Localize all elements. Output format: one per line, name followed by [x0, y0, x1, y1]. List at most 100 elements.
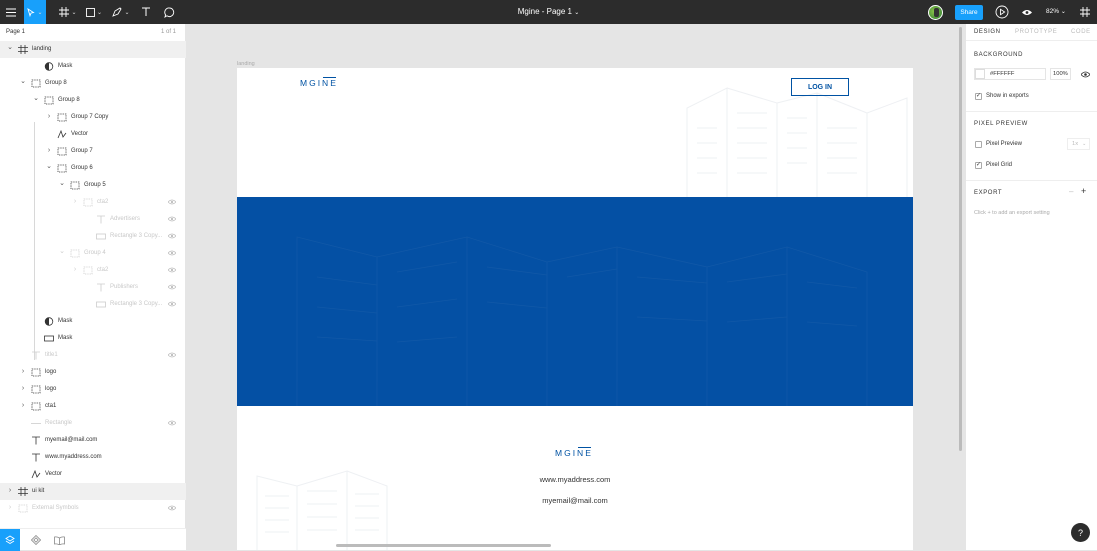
- layer-row[interactable]: › External Symbols: [0, 500, 186, 517]
- tab-design[interactable]: DESIGN: [974, 29, 1001, 35]
- pixel-preview-checkbox[interactable]: [975, 141, 982, 148]
- shape-tool-button[interactable]: ⌄: [83, 0, 105, 24]
- background-color-swatch[interactable]: [975, 69, 985, 79]
- chevron-right-icon[interactable]: ›: [19, 368, 27, 377]
- layer-row[interactable]: Vector: [0, 126, 186, 143]
- layer-row[interactable]: ⌄ Group 4: [0, 245, 186, 262]
- chevron-down-icon[interactable]: ⌄: [19, 77, 27, 86]
- layer-row[interactable]: › cta2: [0, 262, 186, 279]
- layer-row[interactable]: www.myaddress.com: [0, 449, 186, 466]
- layer-row[interactable]: › logo: [0, 381, 186, 398]
- chevron-down-icon[interactable]: ⌄: [58, 247, 66, 256]
- layer-row[interactable]: › logo: [0, 364, 186, 381]
- horizontal-scrollbar[interactable]: [336, 544, 551, 547]
- divider: [966, 180, 1097, 181]
- layer-row[interactable]: Advertisers: [0, 211, 186, 228]
- layer-row[interactable]: Mask: [0, 58, 186, 75]
- login-button[interactable]: LOG IN: [791, 78, 849, 96]
- layer-row[interactable]: Mask: [0, 313, 186, 330]
- frame-label[interactable]: landing: [237, 61, 255, 67]
- landing-frame[interactable]: MGINE LOG IN MGINE www.myaddress.com mye…: [237, 68, 913, 550]
- share-button[interactable]: Share: [955, 5, 983, 20]
- eye-icon[interactable]: [168, 267, 176, 273]
- eye-icon[interactable]: [1081, 71, 1090, 78]
- tab-prototype[interactable]: PROTOTYPE: [1015, 29, 1057, 35]
- text-icon: [142, 7, 150, 16]
- eye-icon[interactable]: [168, 233, 176, 239]
- tab-code[interactable]: CODE: [1071, 29, 1091, 35]
- pen-tool-button[interactable]: ⌄: [110, 0, 132, 24]
- frame-tool-button[interactable]: ⌄: [57, 0, 79, 24]
- text-icon: [31, 351, 41, 360]
- main-menu-button[interactable]: [0, 0, 22, 24]
- layer-row[interactable]: › cta1: [0, 398, 186, 415]
- layer-row[interactable]: › Group 7: [0, 143, 186, 160]
- layer-row[interactable]: title1: [0, 347, 186, 364]
- layer-row[interactable]: ⌄ landing: [0, 41, 186, 58]
- layer-row[interactable]: Rectangle 3 Copy...: [0, 228, 186, 245]
- present-button[interactable]: [993, 0, 1011, 24]
- add-export-button[interactable]: +: [1081, 186, 1086, 196]
- layer-name: Group 8: [58, 97, 80, 103]
- layer-row[interactable]: ⌄ Group 8: [0, 75, 186, 92]
- pixel-grid-checkbox[interactable]: ✓: [975, 162, 982, 169]
- show-in-exports-checkbox[interactable]: ✓: [975, 93, 982, 100]
- zoom-menu[interactable]: 82% ⌄: [1046, 0, 1066, 24]
- chevron-right-icon[interactable]: ›: [45, 147, 53, 156]
- view-settings-button[interactable]: [1019, 0, 1035, 24]
- chevron-down-icon[interactable]: ⌄: [32, 94, 40, 103]
- fit-frame-button[interactable]: [1077, 0, 1093, 24]
- vertical-scrollbar[interactable]: [959, 27, 962, 451]
- eye-icon[interactable]: [168, 250, 176, 256]
- layers-icon: [5, 535, 15, 545]
- help-button[interactable]: ?: [1071, 523, 1090, 542]
- move-tool-button[interactable]: ⌄: [24, 0, 46, 24]
- chevron-right-icon[interactable]: ›: [19, 385, 27, 394]
- eye-icon[interactable]: [168, 301, 176, 307]
- pixel-preview-scale-select[interactable]: 1x ⌄: [1067, 138, 1090, 150]
- canvas[interactable]: landing MGINE LOG IN MGINE www.myaddress…: [187, 24, 964, 550]
- layer-row[interactable]: ⌄ Group 5: [0, 177, 186, 194]
- chevron-right-icon[interactable]: ›: [6, 504, 14, 513]
- eye-icon[interactable]: [168, 199, 176, 205]
- layer-name: Mask: [58, 318, 73, 324]
- layers-tab-button[interactable]: [0, 529, 20, 551]
- chevron-right-icon[interactable]: ›: [71, 198, 79, 207]
- chevron-right-icon[interactable]: ›: [6, 487, 14, 496]
- eye-icon[interactable]: [168, 216, 176, 222]
- background-opacity-field[interactable]: 100%: [1050, 68, 1071, 80]
- chevron-down-icon[interactable]: ⌄: [45, 162, 53, 171]
- components-tab-button[interactable]: [26, 529, 46, 551]
- avatar[interactable]: [926, 0, 944, 24]
- page-count: 1 of 1: [160, 29, 176, 35]
- layer-row[interactable]: › ui kit: [0, 483, 186, 500]
- text-tool-button[interactable]: [137, 0, 155, 24]
- eye-icon[interactable]: [168, 352, 176, 358]
- layer-row[interactable]: Rectangle 3 Copy...: [0, 296, 186, 313]
- layer-row[interactable]: Mask: [0, 330, 186, 347]
- text-icon: [31, 453, 41, 462]
- vector-icon: [31, 470, 41, 479]
- layer-row[interactable]: myemail@mail.com: [0, 432, 186, 449]
- library-tab-button[interactable]: [49, 529, 69, 551]
- layer-row[interactable]: ⌄ Group 6: [0, 160, 186, 177]
- layer-row[interactable]: › Group 7 Copy: [0, 109, 186, 126]
- chevron-right-icon[interactable]: ›: [45, 113, 53, 122]
- eye-icon[interactable]: [168, 505, 176, 511]
- layer-row[interactable]: Publishers: [0, 279, 186, 296]
- eye-icon[interactable]: [168, 420, 176, 426]
- comment-tool-button[interactable]: [160, 0, 178, 24]
- layer-row[interactable]: Rectangle: [0, 415, 186, 432]
- page-selector[interactable]: Page 1 1 of 1: [0, 24, 186, 40]
- layer-row[interactable]: Vector: [0, 466, 186, 483]
- eye-icon[interactable]: [168, 284, 176, 290]
- layer-row[interactable]: ⌄ Group 8: [0, 92, 186, 109]
- chevron-down-icon[interactable]: ⌄: [58, 179, 66, 188]
- play-icon: [995, 5, 1009, 19]
- document-title-button[interactable]: Mgine - Page 1 ⌄: [518, 7, 580, 16]
- chevron-right-icon[interactable]: ›: [71, 266, 79, 275]
- layer-row[interactable]: › cta2: [0, 194, 186, 211]
- export-collapse-button[interactable]: –: [1069, 187, 1073, 196]
- chevron-right-icon[interactable]: ›: [19, 402, 27, 411]
- chevron-down-icon[interactable]: ⌄: [6, 43, 14, 52]
